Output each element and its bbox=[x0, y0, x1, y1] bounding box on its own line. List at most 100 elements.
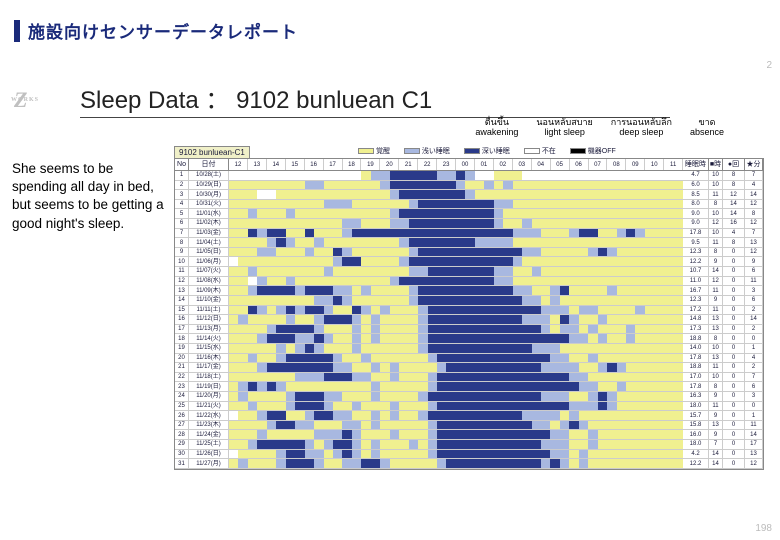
metric-cell: 10 bbox=[709, 344, 723, 353]
metric-cell: 17 bbox=[745, 440, 763, 449]
hour-header-cell: 15 bbox=[286, 159, 305, 170]
sleep-strip bbox=[229, 392, 683, 401]
header-accent bbox=[14, 20, 20, 42]
metric-cell: 18.8 bbox=[683, 363, 709, 372]
row-no: 15 bbox=[175, 306, 189, 315]
hour-header-cell: 13 bbox=[248, 159, 267, 170]
row-no: 22 bbox=[175, 373, 189, 382]
sleep-strip bbox=[229, 257, 683, 266]
hour-header-cell: 14 bbox=[267, 159, 286, 170]
metric-cell: 14 bbox=[745, 430, 763, 439]
hour-header-cell: 17 bbox=[324, 159, 343, 170]
metric-cell: 17.3 bbox=[683, 325, 709, 334]
row-no: 24 bbox=[175, 392, 189, 401]
metric-cell: 17.8 bbox=[683, 229, 709, 238]
sleep-strip bbox=[229, 382, 683, 391]
hour-header-cell: 09 bbox=[626, 159, 645, 170]
hour-header-cell: 10 bbox=[645, 159, 664, 170]
sleep-strip bbox=[229, 354, 683, 363]
metric-cell: 17.0 bbox=[683, 373, 709, 382]
row-date: 10/28(土) bbox=[189, 171, 229, 180]
metric-cell: 18.0 bbox=[683, 440, 709, 449]
metric-cell: 0 bbox=[745, 402, 763, 411]
metric-cell: 12.3 bbox=[683, 296, 709, 305]
table-row: 711/03(金)17.81047 bbox=[175, 229, 763, 239]
col-no: No bbox=[175, 159, 189, 170]
sleep-strip bbox=[229, 363, 683, 372]
row-no: 19 bbox=[175, 344, 189, 353]
metric-cell: 11 bbox=[709, 363, 723, 372]
logo-sub: WORKS bbox=[11, 98, 39, 103]
row-no: 6 bbox=[175, 219, 189, 228]
legend-light: นอนหลับสบาย light sleep bbox=[536, 118, 592, 138]
metric-cell: 9 bbox=[709, 392, 723, 401]
metric-cell: 12.3 bbox=[683, 248, 709, 257]
table-row: 1511/11(土)17.21102 bbox=[175, 306, 763, 316]
sleep-strip bbox=[229, 200, 683, 209]
hour-header-cell: 23 bbox=[437, 159, 456, 170]
row-no: 21 bbox=[175, 363, 189, 372]
metric-cell: 6.0 bbox=[683, 181, 709, 190]
hour-header-cell: 12 bbox=[229, 159, 248, 170]
table-row: 2911/25(土)18.07017 bbox=[175, 440, 763, 450]
metric-cell: 12.2 bbox=[683, 257, 709, 266]
metric-cell: 12 bbox=[745, 219, 763, 228]
grid-header: No 日付 1213141516171819202122230001020304… bbox=[175, 159, 763, 171]
table-row: 2311/19(日)17.8806 bbox=[175, 382, 763, 392]
col-m2: ■時 bbox=[709, 159, 723, 170]
sleep-strip bbox=[229, 229, 683, 238]
metric-cell: 2 bbox=[745, 363, 763, 372]
hour-header-cell: 20 bbox=[380, 159, 399, 170]
metric-cell: 12 bbox=[709, 277, 723, 286]
metric-cell: 9.5 bbox=[683, 238, 709, 247]
metric-cell: 16.7 bbox=[683, 286, 709, 295]
row-no: 20 bbox=[175, 354, 189, 363]
row-no: 11 bbox=[175, 267, 189, 276]
sleep-strip bbox=[229, 334, 683, 343]
metric-cell: 11 bbox=[709, 190, 723, 199]
metric-cell: 12 bbox=[745, 459, 763, 468]
table-row: 1611/12(日)14.813014 bbox=[175, 315, 763, 325]
table-row: 611/02(木)9.0121612 bbox=[175, 219, 763, 229]
sleep-strip bbox=[229, 315, 683, 324]
sleep-strip bbox=[229, 219, 683, 228]
hour-header-cell: 16 bbox=[305, 159, 324, 170]
table-row: 310/30(月)8.5111214 bbox=[175, 190, 763, 200]
row-no: 31 bbox=[175, 459, 189, 468]
row-no: 4 bbox=[175, 200, 189, 209]
metric-cell: 0 bbox=[723, 344, 745, 353]
row-date: 11/09(木) bbox=[189, 286, 229, 295]
hour-header-cell: 04 bbox=[532, 159, 551, 170]
col-m4: ★分 bbox=[745, 159, 763, 170]
hour-header-cell: 01 bbox=[475, 159, 494, 170]
metric-cell: 18.8 bbox=[683, 334, 709, 343]
sleep-strip bbox=[229, 238, 683, 247]
metric-cell: 13 bbox=[709, 325, 723, 334]
row-date: 10/30(月) bbox=[189, 190, 229, 199]
metric-cell: 8 bbox=[723, 238, 745, 247]
metric-cell: 14.0 bbox=[683, 344, 709, 353]
table-row: 1711/13(月)17.31302 bbox=[175, 325, 763, 335]
sleep-strip bbox=[229, 306, 683, 315]
hour-header-cell: 11 bbox=[664, 159, 683, 170]
metric-cell: 8 bbox=[723, 181, 745, 190]
metric-cell: 12 bbox=[709, 219, 723, 228]
table-row: 2011/16(木)17.81304 bbox=[175, 354, 763, 364]
metric-cell: 8 bbox=[709, 200, 723, 209]
row-date: 11/07(火) bbox=[189, 267, 229, 276]
row-date: 11/11(土) bbox=[189, 306, 229, 315]
metric-cell: 0 bbox=[723, 334, 745, 343]
metric-cell: 11 bbox=[709, 286, 723, 295]
page-title: 施設向けセンサーデータレポート bbox=[28, 18, 298, 43]
metric-cell: 14 bbox=[709, 450, 723, 459]
metric-cell: 0 bbox=[723, 411, 745, 420]
table-row: 2511/21(火)18.01100 bbox=[175, 402, 763, 412]
row-no: 29 bbox=[175, 440, 189, 449]
table-row: 1011/06(月)12.2909 bbox=[175, 257, 763, 267]
sleep-strip bbox=[229, 411, 683, 420]
metric-cell: 0 bbox=[723, 373, 745, 382]
metric-cell: 8 bbox=[745, 209, 763, 218]
metric-cell: 9.0 bbox=[683, 219, 709, 228]
row-no: 30 bbox=[175, 450, 189, 459]
row-no: 3 bbox=[175, 190, 189, 199]
